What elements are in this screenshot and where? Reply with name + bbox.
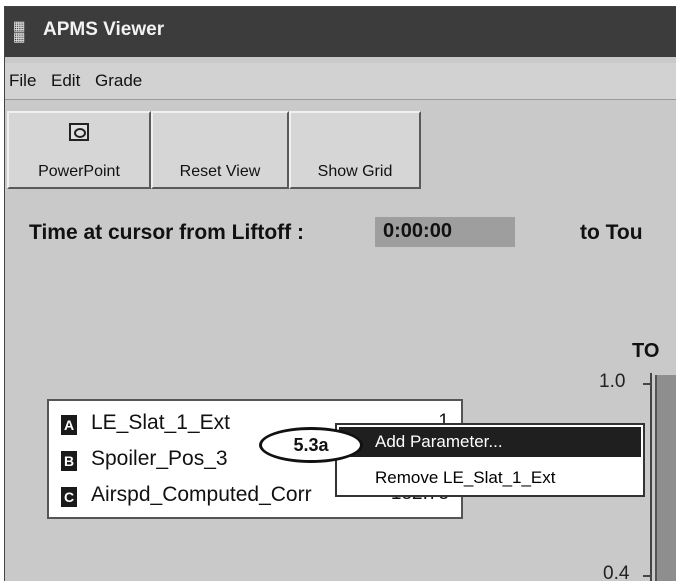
- menu-grade[interactable]: Grade: [95, 71, 142, 91]
- show-grid-button-label: Show Grid: [317, 163, 393, 180]
- y-tick: [643, 575, 651, 577]
- legend-letter-badge: A: [61, 415, 77, 435]
- time-at-cursor-label: Time at cursor from Liftoff :: [29, 221, 304, 244]
- window-title: APMS Viewer: [43, 19, 165, 40]
- powerpoint-button[interactable]: PowerPoint: [7, 111, 151, 189]
- reset-view-button[interactable]: Reset View: [151, 111, 289, 189]
- menu-bar: File Edit Grade: [5, 63, 676, 100]
- chart-title: TO: [632, 340, 660, 362]
- show-grid-button[interactable]: Show Grid: [289, 111, 421, 189]
- time-at-cursor-value: 0:00:00: [375, 217, 515, 247]
- apms-viewer-window: ▦ ▦ APMS Viewer File Edit Grade PowerPoin…: [4, 6, 676, 581]
- menu-edit[interactable]: Edit: [51, 71, 80, 91]
- y-tick: [643, 383, 651, 385]
- add-parameter-menu-item[interactable]: Add Parameter...: [339, 427, 641, 457]
- y-tick-label: 1.0: [599, 371, 626, 392]
- context-menu: Add Parameter... Remove LE_Slat_1_Ext: [335, 423, 645, 497]
- y-axis: [650, 373, 652, 581]
- legend-parameter-name: Airspd_Computed_Corr: [91, 483, 312, 506]
- legend-parameter-name: Spoiler_Pos_3: [91, 447, 228, 470]
- annotation-callout: 5.3a: [259, 427, 363, 463]
- to-touchdown-label: to Tou: [580, 221, 643, 244]
- powerpoint-icon: [69, 123, 89, 141]
- title-bar[interactable]: ▦ ▦ APMS Viewer: [5, 7, 676, 57]
- app-icon: ▦ ▦: [13, 19, 25, 45]
- remove-parameter-menu-item[interactable]: Remove LE_Slat_1_Ext: [339, 463, 641, 493]
- toolbar: PowerPoint Reset View Show Grid: [5, 111, 676, 191]
- menu-file[interactable]: File: [9, 71, 36, 91]
- legend-letter-badge: C: [61, 487, 77, 507]
- powerpoint-button-label: PowerPoint: [38, 163, 120, 180]
- legend-parameter-name: LE_Slat_1_Ext: [91, 411, 230, 434]
- reset-view-button-label: Reset View: [179, 163, 261, 180]
- legend-letter-badge: B: [61, 451, 77, 471]
- plot-area[interactable]: [655, 375, 676, 581]
- y-tick-label: 0.4: [603, 563, 630, 581]
